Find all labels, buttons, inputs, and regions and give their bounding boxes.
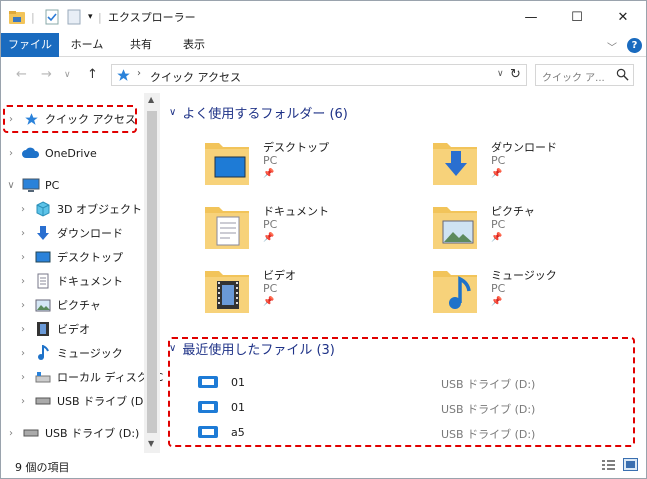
maximize-button[interactable]: ☐ [554,1,600,33]
chevron-right-icon: › [137,68,141,79]
search-icon[interactable] [616,68,629,84]
document-icon [34,273,52,289]
desktop-folder-icon [205,143,249,185]
nav-item-usb-drive-root[interactable]: › USB ドライブ (D:) [5,422,139,444]
nav-item-documents[interactable]: › ドキュメント [17,270,123,292]
desktop-icon [34,249,52,265]
pin-icon: 📌 [491,297,503,307]
address-field[interactable]: › クイック アクセス ∨ ↻ [111,64,527,86]
status-bar: 9 個の項目 [1,453,646,478]
nav-item-3d-objects[interactable]: › 3D オブジェクト [17,198,142,220]
nav-scrollbar[interactable]: ▲ ▼ [144,93,160,453]
nav-item-downloads[interactable]: › ダウンロード [17,222,123,244]
chevron-right-icon[interactable]: › [17,348,29,359]
folder-tile-music[interactable]: ミュージック PC 📌 [431,265,631,321]
pc-icon [22,177,40,193]
usb-icon [34,393,52,409]
nav-item-usb-drive[interactable]: › USB ドライブ (D:) [17,390,151,412]
chevron-right-icon[interactable]: › [17,204,29,215]
address-bar-row: ← → ∨ ↑ › クイック アクセス ∨ ↻ クイック ア... [1,58,646,92]
explorer-window: | ▾ | エクスプローラー — ☐ ✕ ファイル ホーム 共有 表示 ﹀ ? … [0,0,647,479]
folder-tile-videos[interactable]: ビデオ PC 📌 [203,265,403,321]
download-folder-icon [433,143,477,185]
tab-file[interactable]: ファイル [1,33,59,57]
scroll-thumb[interactable] [147,111,157,433]
music-icon [34,345,52,361]
folder-tile-desktop[interactable]: デスクトップ PC 📌 [203,137,403,193]
nav-item-music[interactable]: › ミュージック [17,342,123,364]
search-input[interactable]: クイック ア... [535,64,634,86]
ribbon-tabs: ファイル ホーム 共有 表示 ﹀ ? [1,33,646,57]
back-arrow-icon[interactable]: ← [16,67,27,82]
search-placeholder: クイック ア... [542,73,605,84]
pin-icon: 📌 [263,233,275,243]
nav-item-pc[interactable]: ∨ PC [5,174,59,196]
chevron-right-icon[interactable]: › [17,324,29,335]
music-folder-icon [433,271,477,313]
up-arrow-icon[interactable]: ↑ [87,67,98,82]
chevron-down-icon[interactable]: ∨ [5,180,17,191]
title-bar: | ▾ | エクスプローラー — ☐ ✕ [1,1,646,33]
star-icon [116,68,131,86]
nav-item-onedrive[interactable]: › OneDrive [5,142,97,164]
folder-tile-documents[interactable]: ドキュメント PC 📌 [203,201,403,257]
pin-icon: 📌 [491,233,503,243]
disk-icon [34,369,52,385]
chevron-down-icon[interactable]: ∨ [169,107,176,118]
navigation-pane: › クイック アクセス › OneDrive ∨ PC › 3D オブジェクト … [1,93,163,451]
video-icon [34,321,52,337]
highlight-recent-files [168,337,635,447]
usb-icon [22,425,40,441]
highlight-quick-access [3,105,137,133]
video-folder-icon [205,271,249,313]
properties-icon[interactable] [45,9,59,25]
tab-view[interactable]: 表示 [167,33,221,57]
window-title: エクスプローラー [108,11,196,24]
pin-icon: 📌 [263,297,275,307]
scroll-up-icon[interactable]: ▲ [148,95,154,104]
chevron-right-icon[interactable]: › [17,252,29,263]
cloud-icon [22,145,40,161]
recent-locations-icon[interactable]: ∨ [64,70,71,80]
folder-tile-downloads[interactable]: ダウンロード PC 📌 [431,137,631,193]
download-icon [34,225,52,241]
details-view-icon[interactable] [601,459,616,474]
refresh-icon[interactable]: ↻ [510,67,521,82]
nav-item-desktop[interactable]: › デスクトップ [17,246,123,268]
chevron-right-icon[interactable]: › [5,148,17,159]
minimize-button[interactable]: — [508,1,554,33]
help-icon[interactable]: ? [627,38,642,53]
large-icons-view-icon[interactable] [623,458,638,474]
nav-item-local-disk[interactable]: › ローカル ディスク (C [17,366,163,388]
item-count: 9 個の項目 [15,461,70,474]
chevron-down-icon[interactable]: ∨ [497,69,504,79]
customize-toolbar-icon[interactable]: ▾ [88,9,93,25]
picture-icon [34,297,52,313]
chevron-right-icon[interactable]: › [17,372,29,383]
folder-app-icon [8,9,26,25]
folder-tile-pictures[interactable]: ピクチャ PC 📌 [431,201,631,257]
document-folder-icon [205,207,249,249]
address-path[interactable]: クイック アクセス [150,69,241,85]
chevron-right-icon[interactable]: › [17,396,29,407]
pin-icon: 📌 [263,169,275,179]
nav-item-pictures[interactable]: › ピクチャ [17,294,101,316]
forward-arrow-icon[interactable]: → [41,67,52,82]
nav-item-videos[interactable]: › ビデオ [17,318,90,340]
tab-home[interactable]: ホーム [59,33,115,57]
frequent-folders-header[interactable]: ∨ よく使用するフォルダー (6) [169,103,348,122]
scroll-down-icon[interactable]: ▼ [148,439,154,448]
tab-share[interactable]: 共有 [115,33,167,57]
picture-folder-icon [433,207,477,249]
cube-icon [34,201,52,217]
chevron-right-icon[interactable]: › [17,300,29,311]
pin-icon: 📌 [491,169,503,179]
close-button[interactable]: ✕ [600,1,646,33]
chevron-right-icon[interactable]: › [5,428,17,439]
new-folder-icon[interactable] [67,9,81,25]
chevron-right-icon[interactable]: › [17,276,29,287]
expand-ribbon-icon[interactable]: ﹀ [607,39,617,54]
chevron-right-icon[interactable]: › [17,228,29,239]
